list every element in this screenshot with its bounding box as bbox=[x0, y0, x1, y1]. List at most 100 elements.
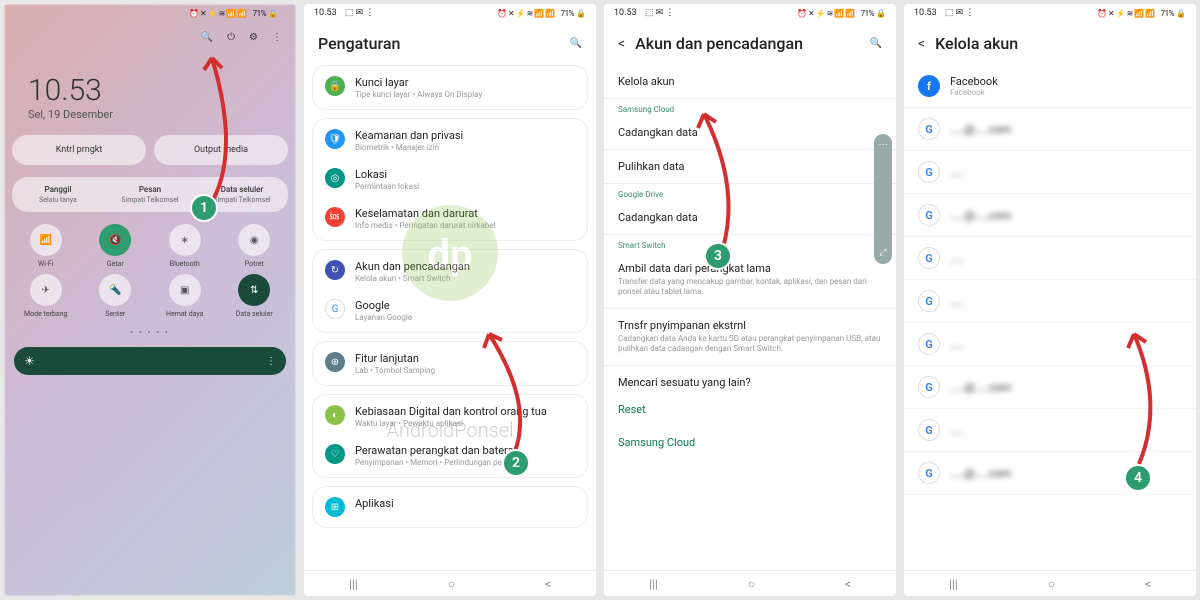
status-bar: 10.53 ⬚ ✉ ⋮ ⏰ ✕ ⚡ ≋ 📶 📶 71%🔒 bbox=[904, 4, 1196, 22]
output-media-button[interactable]: Output media bbox=[154, 135, 288, 165]
settings-list[interactable]: 🔒 Kunci layarTipe kunci layar • Always On… bbox=[304, 65, 596, 570]
nav-back[interactable]: < bbox=[545, 577, 551, 591]
settings-row-google[interactable]: GGoogleLayanan Google bbox=[313, 291, 587, 330]
device-control-button[interactable]: Kntrl prngkt bbox=[12, 135, 146, 165]
brightness-slider[interactable]: ☀ ⋮ bbox=[14, 347, 286, 375]
row-cadangkan-data[interactable]: Cadangkan data bbox=[604, 116, 896, 150]
settings-row-fitur-lanjutan[interactable]: ⊕Fitur lanjutanLab • Tombol Samping bbox=[313, 344, 587, 383]
row-cadangkan-data-drive[interactable]: Cadangkan data bbox=[604, 201, 896, 235]
settings-row-sub: Tipe kunci layar • Always On Display bbox=[355, 90, 575, 99]
qs-tile-senter[interactable]: 🔦 Senter bbox=[84, 274, 148, 318]
settings-row-perawatan-perangkat-dan-baterai[interactable]: ♡Perawatan perangkat dan bateraiPenyimpa… bbox=[313, 436, 587, 475]
sim-settings-card[interactable]: PanggilSelalu tanya PesanSimpati Telkoms… bbox=[12, 177, 288, 212]
status-time: 10.53 bbox=[914, 8, 937, 18]
nav-home[interactable]: ○ bbox=[748, 577, 755, 591]
settings-row-keamanan-dan-privasi[interactable]: 🛡 Keamanan dan privasiBiometrik • Manajer… bbox=[313, 121, 587, 160]
account-icon: G bbox=[918, 204, 940, 226]
phone-1-notification-panel: ⏰ ✕ ⚡ ≋ 📶 📶 71%🔒 🔍 ⏻ ⚙ ⋮ 10.53 Sel, 19 D… bbox=[4, 4, 296, 596]
nav-recents[interactable]: ||| bbox=[649, 577, 658, 591]
settings-row-sub: Info medis • Peringatan darurat nirkabel bbox=[355, 221, 575, 230]
settings-row-title: Kunci layar bbox=[355, 76, 575, 89]
qs-tile-icon: ⇅ bbox=[238, 274, 270, 306]
status-time: 10.53 bbox=[314, 8, 337, 18]
phone-3-accounts-backup: 10.53 ⬚ ✉ ⋮ ⏰ ✕ ⚡ ≋ 📶 📶 71%🔒 < Akun dan … bbox=[604, 4, 896, 596]
row-ambil-sub: Transfer data yang mencakup gambar, kont… bbox=[618, 277, 882, 298]
qs-tile-potret[interactable]: ◉Potret bbox=[223, 224, 287, 268]
qs-tile-label: Wi-Fi bbox=[38, 260, 53, 268]
clock-time: 10.53 bbox=[28, 73, 272, 108]
settings-row-sub: Biometrik • Manajer izin bbox=[355, 143, 575, 152]
settings-row-icon: ⊕ bbox=[325, 352, 345, 372]
nav-back[interactable]: < bbox=[845, 577, 851, 591]
scroll-more-icon: ⋯ bbox=[879, 140, 888, 150]
backup-list[interactable]: Kelola akun Samsung Cloud Cadangkan data… bbox=[604, 65, 896, 570]
clock-date: Sel, 19 Desember bbox=[28, 108, 272, 121]
account-row[interactable]: G……@……com bbox=[904, 194, 1196, 237]
scroll-handle[interactable]: ⋯⤢ bbox=[874, 134, 892, 264]
settings-row-kunci-layar[interactable]: 🔒 Kunci layarTipe kunci layar • Always On… bbox=[313, 68, 587, 107]
settings-row-akun-dan-pencadangan[interactable]: ↻Akun dan pencadanganKelola akun • Smart… bbox=[313, 252, 587, 291]
account-row[interactable]: G…… bbox=[904, 409, 1196, 452]
row-ambil-data[interactable]: Ambil data dari perangkat lama Transfer … bbox=[604, 252, 896, 309]
settings-row-lokasi[interactable]: ◎LokasiPermintaan lokasi bbox=[313, 160, 587, 199]
qs-tile-bluetooth[interactable]: ∗Bluetooth bbox=[153, 224, 217, 268]
back-icon[interactable]: < bbox=[618, 36, 625, 52]
nav-recents[interactable]: ||| bbox=[349, 577, 358, 591]
account-row[interactable]: G…… bbox=[904, 151, 1196, 194]
looking-for-label: Mencari sesuatu yang lain? bbox=[604, 366, 896, 393]
nav-home[interactable]: ○ bbox=[448, 577, 455, 591]
more-icon[interactable]: ⋮ bbox=[272, 32, 282, 43]
gear-icon[interactable]: ⚙ bbox=[249, 32, 258, 43]
back-icon[interactable]: < bbox=[918, 36, 925, 52]
settings-row-aplikasi[interactable]: ⊞Aplikasi bbox=[313, 489, 587, 525]
search-icon[interactable]: 🔍 bbox=[201, 32, 213, 43]
accounts-list[interactable]: fFacebookFacebookG……@……comG……G……@……comG…… bbox=[904, 65, 1196, 570]
search-icon[interactable]: 🔍 bbox=[870, 38, 882, 49]
account-row[interactable]: G……@……com bbox=[904, 108, 1196, 151]
settings-header: Pengaturan 🔍 bbox=[304, 22, 596, 65]
battery-level: 71% bbox=[561, 9, 574, 18]
slider-more-icon[interactable]: ⋮ bbox=[266, 356, 276, 367]
qs-tile-hemat-daya[interactable]: ▣Hemat daya bbox=[153, 274, 217, 318]
qs-tile-label: Senter bbox=[105, 310, 125, 318]
settings-row-title: Perawatan perangkat dan baterai bbox=[355, 444, 575, 457]
account-row[interactable]: G……@……com bbox=[904, 366, 1196, 409]
nav-back[interactable]: < bbox=[1145, 577, 1151, 591]
settings-row-kebiasaan-digital-dan-kontrol-orang-tua[interactable]: ◐Kebiasaan Digital dan kontrol orang tua… bbox=[313, 397, 587, 436]
qs-tile-icon: ∗ bbox=[169, 224, 201, 256]
settings-row-icon: G bbox=[325, 299, 345, 319]
sim-sms-sub: Simpati Telkomsel bbox=[104, 196, 196, 204]
account-row[interactable]: G…… bbox=[904, 280, 1196, 323]
account-row[interactable]: fFacebookFacebook bbox=[904, 65, 1196, 108]
account-row[interactable]: G…… bbox=[904, 323, 1196, 366]
account-row[interactable]: G…… bbox=[904, 237, 1196, 280]
panel-toolbar: 🔍 ⏻ ⚙ ⋮ bbox=[12, 22, 288, 53]
qs-tile-data-seluler[interactable]: ⇅Data seluler bbox=[223, 274, 287, 318]
status-bar: 10.53 ⬚ ✉ ⋮ ⏰ ✕ ⚡ ≋ 📶 📶 71%🔒 bbox=[304, 4, 596, 22]
qs-tile-icon: 🔦 bbox=[99, 274, 131, 306]
phone-4-manage-accounts: 10.53 ⬚ ✉ ⋮ ⏰ ✕ ⚡ ≋ 📶 📶 71%🔒 < Kelola ak… bbox=[904, 4, 1196, 596]
settings-row-title: Akun dan pencadangan bbox=[355, 260, 575, 273]
link-reset[interactable]: Reset bbox=[604, 393, 896, 426]
row-kelola-akun[interactable]: Kelola akun bbox=[604, 65, 896, 99]
account-icon: G bbox=[918, 247, 940, 269]
settings-row-icon: 🔒 bbox=[325, 76, 345, 96]
qs-tile-mode-terbang[interactable]: ✈Mode terbang bbox=[14, 274, 78, 318]
settings-row-keselamatan-dan-darurat[interactable]: 🆘 Keselamatan dan daruratInfo medis • Per… bbox=[313, 199, 587, 238]
settings-row-icon: 🛡 bbox=[325, 129, 345, 149]
settings-row-icon: 🆘 bbox=[325, 207, 345, 227]
row-transfer-external[interactable]: Trnsfr pnyimpanan ekstrnl Cadangkan data… bbox=[604, 309, 896, 366]
nav-recents[interactable]: ||| bbox=[949, 577, 958, 591]
settings-row-title: Keamanan dan privasi bbox=[355, 129, 575, 142]
link-samsung-cloud[interactable]: Samsung Cloud bbox=[604, 426, 896, 459]
nav-home[interactable]: ○ bbox=[1048, 577, 1055, 591]
settings-row-title: Keselamatan dan darurat bbox=[355, 207, 575, 220]
account-row[interactable]: G……@……com bbox=[904, 452, 1196, 495]
power-icon[interactable]: ⏻ bbox=[227, 32, 235, 43]
row-pulihkan-data[interactable]: Pulihkan data bbox=[604, 150, 896, 184]
search-icon[interactable]: 🔍 bbox=[570, 38, 582, 49]
qs-tile-wi-fi[interactable]: 📶Wi-Fi bbox=[14, 224, 78, 268]
settings-row-title: Aplikasi bbox=[355, 497, 575, 510]
settings-card: ⊕Fitur lanjutanLab • Tombol Samping bbox=[312, 341, 588, 386]
qs-tile-getar[interactable]: 🔇Getar bbox=[84, 224, 148, 268]
